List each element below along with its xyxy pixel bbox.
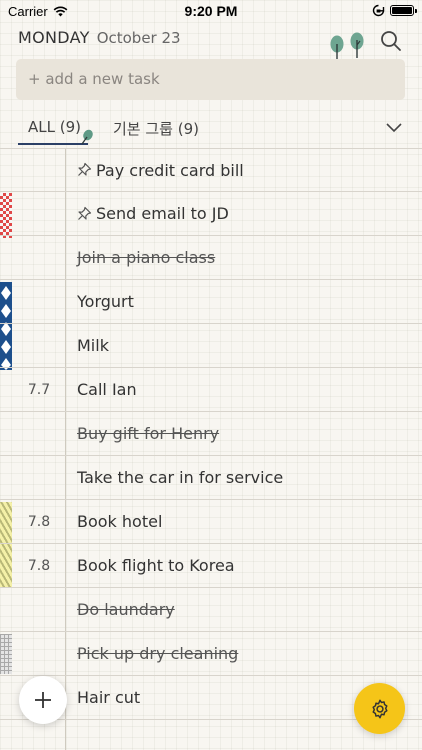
group-tabs: ALL (9) 기본 그룹 (9) — [18, 116, 406, 146]
task-row[interactable]: Pick up dry cleaning — [0, 632, 422, 676]
task-item[interactable]: Send email to JD — [77, 204, 229, 223]
task-label: Hair cut — [77, 688, 141, 707]
pin-icon — [78, 206, 92, 220]
trees-icon — [330, 32, 364, 60]
pin-icon — [78, 162, 92, 176]
task-row[interactable]: Do laundary — [0, 588, 422, 632]
task-row[interactable]: Yorgurt — [0, 280, 422, 324]
date-header: MONDAY October 23 — [18, 28, 181, 47]
task-due-date: 7.7 — [27, 381, 51, 398]
task-row[interactable]: Send email to JD — [0, 192, 422, 236]
status-right — [372, 4, 417, 17]
task-label: Pick up dry cleaning — [77, 644, 239, 663]
task-label: Book flight to Korea — [77, 556, 235, 575]
task-row[interactable]: 7.8 Book flight to Korea — [0, 544, 422, 588]
task-item[interactable]: Do laundary — [77, 600, 175, 619]
plus-icon — [35, 692, 51, 708]
task-list: Pay credit card bill Send email to JD Join… — [0, 148, 422, 720]
settings-button[interactable] — [354, 683, 405, 734]
task-label: Do laundary — [77, 600, 175, 619]
task-due-date: 7.8 — [27, 513, 51, 530]
task-item[interactable]: Pick up dry cleaning — [77, 644, 238, 663]
task-item[interactable]: Join a piano class — [77, 248, 215, 267]
add-task-button[interactable] — [19, 676, 67, 724]
task-label: Buy gift for Henry — [77, 424, 220, 443]
task-label: Take the car in for service — [77, 468, 284, 487]
tab-default-group[interactable]: 기본 그룹 (9) — [113, 118, 199, 139]
task-item[interactable]: Book hotel — [77, 512, 162, 531]
task-item[interactable]: Yorgurt — [77, 292, 134, 311]
task-row[interactable]: 7.8 Book hotel — [0, 500, 422, 544]
task-label: Yorgurt — [77, 292, 134, 311]
task-label: Milk — [77, 336, 109, 355]
status-time: 9:20 PM — [184, 3, 238, 19]
task-row[interactable]: Pay credit card bill — [0, 148, 422, 192]
task-row[interactable]: 7.7 Call Ian — [0, 368, 422, 412]
task-row[interactable]: Milk — [0, 324, 422, 368]
task-due-date: 7.8 — [27, 557, 51, 574]
task-item[interactable]: Hair cut — [77, 688, 140, 707]
battery-icon — [390, 5, 417, 16]
task-label: Call Ian — [77, 380, 137, 399]
rotation-lock-icon — [372, 4, 385, 17]
weekday-label: MONDAY — [18, 28, 90, 47]
task-item[interactable]: Milk — [77, 336, 109, 355]
status-bar: Carrier 9:20 PM — [0, 0, 422, 22]
task-item[interactable]: Buy gift for Henry — [77, 424, 219, 443]
task-label: Join a piano class — [77, 248, 216, 267]
chevron-down-icon[interactable] — [386, 120, 402, 134]
leaf-icon — [81, 129, 93, 145]
task-item[interactable]: Take the car in for service — [77, 468, 283, 487]
task-item[interactable]: Book flight to Korea — [77, 556, 235, 575]
gear-icon — [371, 699, 388, 718]
battery-level — [392, 7, 412, 14]
search-icon[interactable] — [380, 30, 402, 52]
task-label: Book hotel — [77, 512, 163, 531]
date-label: October 23 — [96, 29, 181, 47]
tab-all[interactable]: ALL (9) — [28, 118, 81, 136]
task-label: Pay credit card bill — [96, 160, 244, 180]
tab-selected-underline — [18, 143, 88, 145]
task-row[interactable]: Join a piano class — [0, 236, 422, 280]
task-item[interactable]: Call Ian — [77, 380, 137, 399]
task-label: Send email to JD — [96, 204, 229, 223]
task-row[interactable]: Take the car in for service — [0, 456, 422, 500]
add-task-input[interactable]: + add a new task — [16, 59, 405, 100]
task-item[interactable]: Pay credit card bill — [77, 161, 244, 180]
task-row[interactable]: Buy gift for Henry — [0, 412, 422, 456]
